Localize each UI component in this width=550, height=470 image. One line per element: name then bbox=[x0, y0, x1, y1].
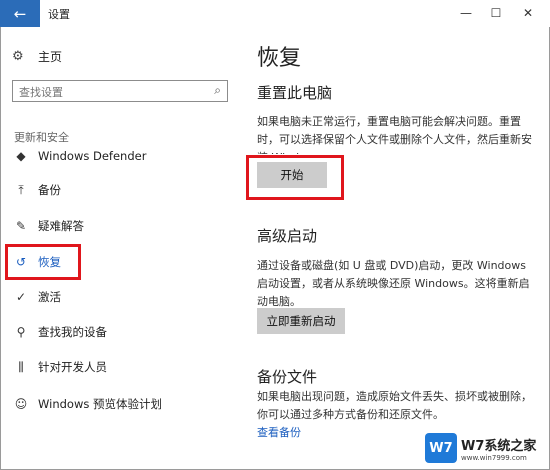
developer-tools-icon: ⫼ bbox=[18, 359, 24, 374]
maximize-icon: ☐ bbox=[490, 6, 502, 20]
watermark: W7 W7系统之家 www.win7999.com bbox=[425, 429, 547, 467]
section-title: 更新和安全 bbox=[14, 131, 69, 144]
close-icon: ✕ bbox=[522, 6, 534, 20]
back-arrow-icon: ← bbox=[13, 4, 27, 23]
sidebar-item-troubleshoot[interactable]: ✎ 疑难解答 bbox=[12, 215, 84, 237]
back-button[interactable]: ← bbox=[0, 0, 40, 27]
insider-smiley-icon: ☺ bbox=[14, 397, 28, 411]
sidebar-item-label: 备份 bbox=[38, 183, 61, 197]
sidebar-item-windows-defender[interactable]: ◆ Windows Defender bbox=[12, 145, 146, 167]
sidebar-home[interactable]: ⚙ 主页 bbox=[12, 48, 62, 65]
search-input[interactable] bbox=[13, 83, 199, 102]
wrench-icon: ✎ bbox=[15, 219, 27, 233]
watermark-url: www.win7999.com bbox=[461, 453, 527, 462]
page-title: 恢复 bbox=[257, 46, 302, 71]
sidebar-item-for-developers[interactable]: ⫼ 针对开发人员 bbox=[12, 356, 107, 378]
highlight-box-start bbox=[246, 155, 344, 200]
shield-icon: ◆ bbox=[16, 149, 26, 163]
reset-pc-heading: 重置此电脑 bbox=[257, 84, 333, 102]
sidebar-item-activation[interactable]: ✓ 激活 bbox=[12, 286, 61, 308]
watermark-logo: W7 bbox=[425, 433, 457, 463]
sidebar-item-label: 疑难解答 bbox=[38, 219, 84, 233]
reset-pc-description: 如果电脑未正常运行，重置电脑可能会解决问题。重置时，可以选择保留个人文件或删除个… bbox=[257, 115, 532, 154]
restart-now-button[interactable]: 立即重新启动 bbox=[257, 308, 345, 334]
sidebar-item-find-my-device[interactable]: ⚲ 查找我的设备 bbox=[12, 321, 107, 343]
advanced-startup-description: 通过设备或磁盘(如 U 盘或 DVD)启动，更改 Windows 启动设置，或者… bbox=[257, 259, 530, 308]
backup-files-description: 如果电脑出现问题，造成原始文件丢失、损坏或被删除，你可以通过多种方式备份和还原文… bbox=[257, 390, 532, 421]
person-search-icon: ⚲ bbox=[16, 325, 26, 339]
sidebar-item-label: 针对开发人员 bbox=[38, 360, 107, 374]
close-button[interactable]: ✕ bbox=[518, 4, 538, 22]
upload-arrow-icon: ⤒ bbox=[18, 182, 24, 197]
sidebar-item-label: Windows 预览体验计划 bbox=[38, 397, 162, 411]
sidebar-item-label: Windows Defender bbox=[38, 149, 147, 163]
title-bar: ← 设置 — ☐ ✕ bbox=[0, 0, 550, 27]
search-box[interactable]: ⌕ bbox=[12, 80, 228, 102]
sidebar-item-backup[interactable]: ⤒ 备份 bbox=[12, 179, 61, 201]
check-circle-icon: ✓ bbox=[15, 290, 27, 304]
sidebar-home-label: 主页 bbox=[38, 50, 63, 64]
watermark-title: W7系统之家 bbox=[461, 438, 537, 454]
sidebar-item-label: 查找我的设备 bbox=[38, 325, 107, 339]
sidebar-item-insider-program[interactable]: ☺ Windows 预览体验计划 bbox=[12, 393, 162, 415]
gear-icon: ⚙ bbox=[12, 49, 24, 64]
maximize-button[interactable]: ☐ bbox=[486, 4, 506, 22]
backup-files-heading: 备份文件 bbox=[257, 368, 318, 386]
search-icon[interactable]: ⌕ bbox=[214, 83, 221, 98]
highlight-box-recovery bbox=[5, 244, 81, 280]
advanced-startup-heading: 高级启动 bbox=[257, 227, 318, 245]
view-backup-link[interactable]: 查看备份 bbox=[257, 424, 301, 440]
minimize-icon: — bbox=[460, 6, 472, 20]
sidebar-item-label: 激活 bbox=[38, 290, 61, 304]
window-title: 设置 bbox=[48, 8, 70, 21]
minimize-button[interactable]: — bbox=[456, 4, 476, 22]
